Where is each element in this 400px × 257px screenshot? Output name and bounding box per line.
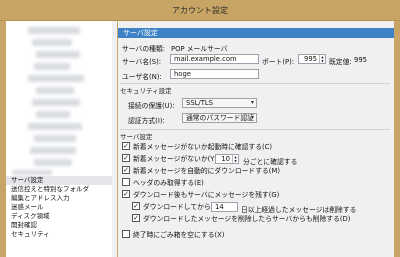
- sidebar-item-label: 送信控えと特別なフォルダ: [11, 185, 89, 193]
- redacted-item: [32, 39, 72, 46]
- redacted-item: [36, 111, 70, 118]
- username-label: ユーザ名(N):: [122, 73, 162, 81]
- empty-trash-checkbox[interactable]: [122, 230, 130, 238]
- settings-panel: サーバ設定 サーバの種類: POP メールサーバ サーバ名(S): mail.e…: [118, 21, 394, 257]
- empty-trash-label: 終了時にごみ箱を空にする(X): [133, 231, 225, 239]
- check-on-startup-label: 新着メッセージがないか起動時に確認する(C): [133, 143, 273, 151]
- delete-after-days-label: ダウンロードしてから(O): [143, 203, 222, 211]
- headers-only-label: ヘッダのみ取得する(E): [133, 179, 204, 187]
- redacted-item: [34, 159, 72, 166]
- delete-after-days-checkbox[interactable]: [132, 202, 140, 210]
- check-every-label: 新着メッセージがないか(Y): [133, 155, 218, 163]
- redacted-item: [36, 51, 80, 58]
- divider: [120, 129, 390, 130]
- connection-security-label: 接続の保護(U):: [128, 102, 175, 110]
- chevron-down-icon: ▾: [250, 114, 254, 121]
- auth-method-value: 通常のパスワード認証: [186, 114, 254, 122]
- security-section-label: セキュリティ設定: [120, 87, 172, 95]
- leave-on-server-checkbox[interactable]: [122, 190, 130, 198]
- auth-method-label: 認証方式(I):: [128, 117, 165, 125]
- port-label: ポート(P):: [262, 58, 295, 66]
- check-on-startup-checkbox[interactable]: [122, 142, 130, 150]
- redacted-account-name: [12, 170, 52, 175]
- sidebar-item-server-settings[interactable]: サーバ設定: [6, 176, 116, 185]
- auto-download-row[interactable]: 新着メッセージを自動的にダウンロードする(M): [122, 166, 280, 176]
- empty-trash-row[interactable]: 終了時にごみ箱を空にする(X): [122, 230, 224, 240]
- redacted-item: [28, 27, 80, 34]
- headers-only-checkbox[interactable]: [122, 178, 130, 186]
- sidebar-item-disk-space[interactable]: ディスク領域: [6, 212, 116, 221]
- sidebar-item-label: 編集とアドレス入力: [11, 194, 70, 202]
- spinner-arrows-icon[interactable]: ▲ ▼: [319, 55, 325, 63]
- leave-on-server-row[interactable]: ダウンロード後もサーバにメッセージを残す(G): [122, 190, 279, 200]
- delete-after-days-suffix: 日以上経過したメッセージは削除する: [241, 206, 357, 214]
- headers-only-row[interactable]: ヘッダのみ取得する(E): [122, 178, 204, 188]
- default-port-value: 995: [354, 56, 367, 64]
- sidebar-item-label: 開封確認: [11, 221, 37, 229]
- delete-when-deleted-label: ダウンロードしたメッセージを削除したらサーバからも削除する(D): [143, 215, 351, 223]
- panel-header: サーバ設定: [118, 28, 394, 38]
- delete-when-deleted-checkbox[interactable]: [132, 214, 140, 222]
- server-type-label: サーバの種類:: [122, 45, 166, 53]
- divider: [120, 83, 390, 84]
- server-name-input[interactable]: mail.example.com: [170, 54, 259, 64]
- auto-download-checkbox[interactable]: [122, 166, 130, 174]
- leave-on-server-label: ダウンロード後もサーバにメッセージを残す(G): [133, 191, 280, 199]
- check-on-startup-row[interactable]: 新着メッセージがないか起動時に確認する(C): [122, 142, 272, 152]
- sidebar-item-return-receipts[interactable]: 開封確認: [6, 221, 116, 230]
- sidebar-item-label: セキュリティ: [11, 230, 50, 238]
- redacted-item: [36, 87, 74, 94]
- sidebar-item-label: サーバ設定: [11, 176, 44, 184]
- sidebar-item-junk[interactable]: 迷惑メール: [6, 203, 116, 212]
- delete-days-input[interactable]: 14: [211, 202, 238, 212]
- sidebar-item-copies-folders[interactable]: 送信控えと特別なフォルダ: [6, 185, 116, 194]
- check-every-checkbox[interactable]: [122, 154, 130, 162]
- redacted-item: [28, 123, 82, 130]
- redacted-item: [28, 75, 84, 82]
- delete-when-deleted-row[interactable]: ダウンロードしたメッセージを削除したらサーバからも削除する(D): [132, 214, 350, 224]
- port-input[interactable]: 995 ▲ ▼: [298, 54, 326, 64]
- check-interval-input[interactable]: 10 ▲ ▼: [215, 154, 239, 164]
- sidebar-settings-list: サーバ設定 送信控えと特別なフォルダ 編集とアドレス入力 迷惑メール ディスク領…: [6, 176, 116, 239]
- redacted-item: [34, 63, 70, 70]
- default-port-label: 既定値:: [329, 58, 352, 66]
- redacted-item: [30, 147, 76, 154]
- sidebar-scrollbar[interactable]: [112, 21, 117, 257]
- auto-download-label: 新着メッセージを自動的にダウンロードする(M): [133, 167, 280, 175]
- check-every-suffix: 分ごとに確認する: [243, 158, 298, 166]
- window-frame-right: [394, 21, 400, 257]
- sidebar-item-composition[interactable]: 編集とアドレス入力: [6, 194, 116, 203]
- spinner-arrows-icon[interactable]: ▲ ▼: [232, 155, 238, 163]
- connection-security-select[interactable]: SSL/TLS ▾: [182, 98, 257, 108]
- username-input[interactable]: hoge: [170, 69, 259, 79]
- title-bar: アカウント設定: [0, 0, 400, 21]
- server-type-value: POP メールサーバ: [171, 45, 228, 53]
- check-every-row[interactable]: 新着メッセージがないか(Y): [122, 154, 217, 164]
- redacted-item: [32, 99, 80, 106]
- sidebar-item-label: 迷惑メール: [11, 203, 44, 211]
- redacted-item: [34, 135, 76, 142]
- chevron-down-icon: ▾: [250, 99, 254, 106]
- delete-after-days-row[interactable]: ダウンロードしてから(O): [132, 202, 221, 212]
- window-title: アカウント設定: [172, 6, 228, 15]
- account-tree-sidebar: サーバ設定 送信控えと特別なフォルダ 編集とアドレス入力 迷惑メール ディスク領…: [6, 21, 117, 257]
- server-name-label: サーバ名(S):: [122, 58, 162, 66]
- server-settings-section-label: サーバ設定: [120, 133, 153, 141]
- port-value: 995: [304, 55, 317, 63]
- sidebar-item-label: ディスク領域: [11, 212, 50, 220]
- sidebar-item-security[interactable]: セキュリティ: [6, 230, 116, 239]
- check-interval-value: 10: [221, 155, 230, 163]
- auth-method-select[interactable]: 通常のパスワード認証 ▾: [182, 113, 257, 123]
- connection-security-value: SSL/TLS: [186, 99, 213, 107]
